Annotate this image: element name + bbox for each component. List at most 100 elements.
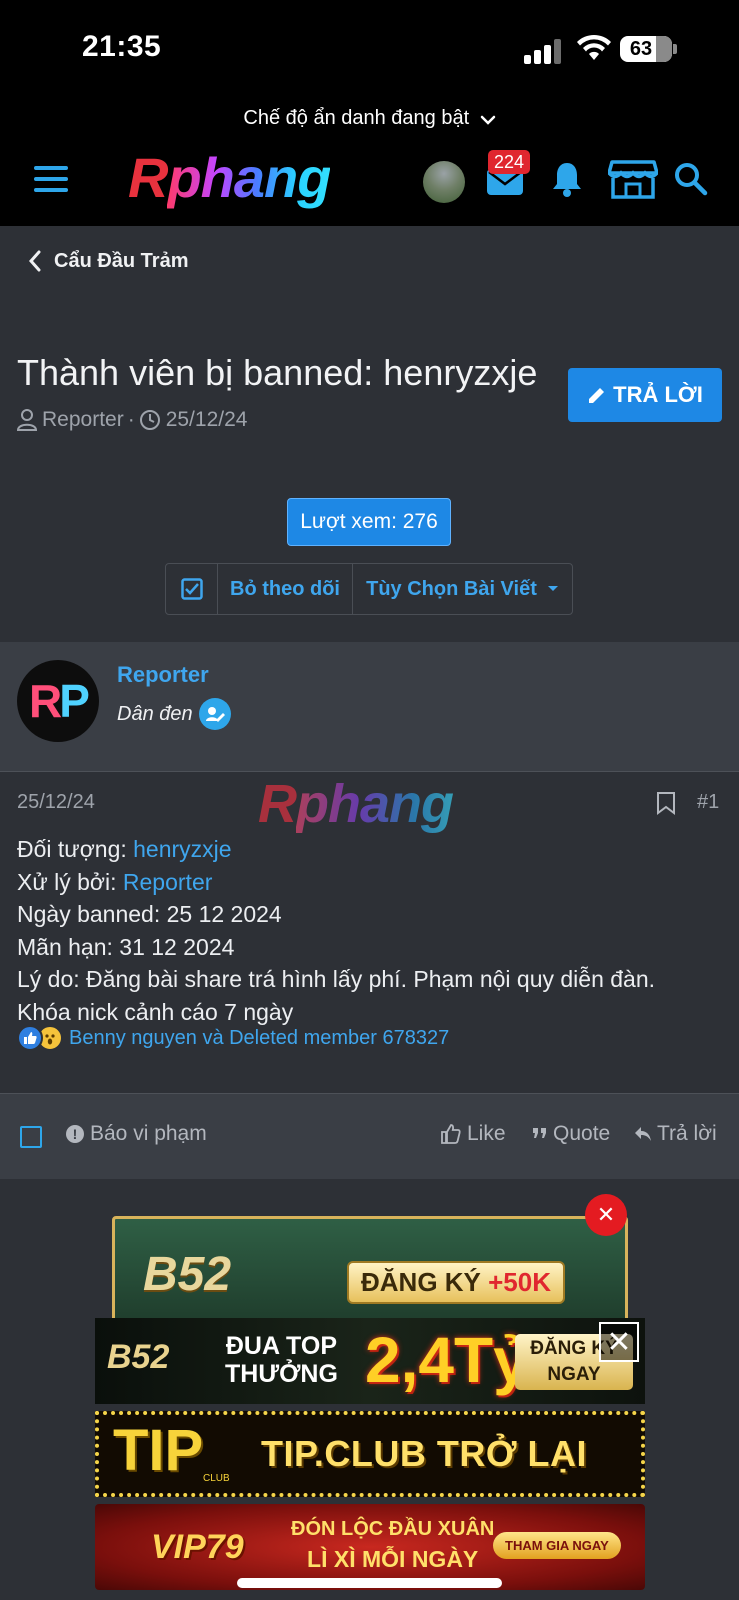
banner3-text: ĐÓN LỘC ĐẦU XUÂN LÌ XÌ MỖI NGÀY [291, 1514, 494, 1574]
logo-word: phang [167, 146, 331, 209]
banner2-logo: TIP [113, 1418, 204, 1483]
select-checkbox[interactable] [166, 564, 218, 614]
status-time: 21:35 [82, 30, 162, 63]
line-banned-date: Ngày banned: 25 12 2024 [17, 901, 282, 927]
status-bar: 21:35 63 [0, 0, 739, 98]
banner2-logo-sub: CLUB [203, 1473, 230, 1484]
wifi-icon [577, 34, 611, 60]
ad-register-amount: +50K [488, 1267, 552, 1297]
line-reason: Lý do: Đăng bài share trá hình lấy phí. … [17, 966, 656, 992]
avatar-letter-2: P [59, 675, 90, 727]
user-edit-icon [198, 698, 231, 730]
store-icon[interactable] [608, 158, 658, 200]
handler-user-link[interactable]: Reporter [123, 869, 212, 895]
banner3-cta[interactable]: THAM GIA NGAY [493, 1532, 621, 1559]
line-expiry: Mãn hạn: 31 12 2024 [17, 933, 235, 960]
clock-icon [139, 410, 160, 430]
banner3-logo: VIP79 [151, 1528, 244, 1566]
ad-b52-register[interactable]: B52 ĐĂNG KÝ +50K [112, 1216, 628, 1326]
user-icon [17, 409, 37, 431]
report-label: Báo vi phạm [90, 1122, 207, 1145]
ad-banner-tipclub[interactable]: TIP CLUB TIP.CLUB TRỞ LẠI [95, 1411, 645, 1497]
site-logo[interactable]: Rphang [128, 146, 331, 209]
search-icon[interactable] [674, 162, 708, 196]
menu-icon[interactable] [34, 166, 68, 192]
close-banner-icon[interactable]: ✕ [599, 1322, 639, 1362]
like-button[interactable]: Like [440, 1122, 506, 1146]
incognito-banner[interactable]: Chế độ ẩn danh đang bật [0, 98, 739, 138]
banner3-line1: ĐÓN LỘC ĐẦU XUÂN [291, 1518, 495, 1540]
report-button[interactable]: ! Báo vi phạm [66, 1122, 207, 1146]
reactions-bar[interactable]: Benny nguyen và Deleted member 678327 [17, 1025, 449, 1051]
post-author-bar: RP Reporter Dân đen [0, 642, 739, 772]
banner2-text: TIP.CLUB TRỞ LẠI [261, 1433, 588, 1474]
banner1-line2: THƯỞNG [225, 1360, 338, 1388]
quote-button[interactable]: Quote [532, 1122, 610, 1146]
like-label: Like [467, 1122, 506, 1145]
ad-banner-b52-top[interactable]: B52 ĐUA TOP THƯỞNG 2,4Tỷ ĐĂNG KÝ NGAY ✕ [95, 1318, 645, 1404]
exclamation-icon: ! [66, 1125, 84, 1143]
watermark-letter: R [258, 774, 297, 834]
bookmark-icon[interactable] [656, 791, 676, 815]
quote-label: Quote [553, 1122, 611, 1145]
site-header: Rphang 224 [0, 138, 739, 226]
close-ad-button[interactable]: ✕ [585, 1194, 627, 1236]
meta-separator: · [127, 408, 135, 431]
bell-icon[interactable] [550, 160, 584, 198]
ad-b52-logo: B52 [143, 1248, 232, 1301]
banner1-text: ĐUA TOP THƯỞNG [225, 1332, 338, 1388]
view-count: Lượt xem: 276 [287, 498, 451, 546]
cellular-signal-icon [524, 38, 564, 64]
post-author-name[interactable]: Reporter [117, 662, 209, 688]
post-reply-label: Trả lời [657, 1122, 717, 1145]
user-avatar[interactable] [423, 161, 465, 203]
thread-options-dropdown[interactable]: Tùy Chọn Bài Viết [353, 564, 572, 614]
ad-register-prefix: ĐĂNG KÝ [361, 1267, 489, 1297]
watermark-logo: Rphang [258, 773, 454, 835]
banner3-line2: LÌ XÌ MỖI NGÀY [307, 1546, 479, 1572]
thread-actions: Bỏ theo dõi Tùy Chọn Bài Viết [165, 563, 573, 615]
battery-level: 63 [629, 38, 653, 60]
breadcrumb-label: Cẩu Đầu Trảm [54, 249, 189, 272]
incognito-label: Chế độ ẩn danh đang bật [243, 107, 470, 129]
battery-icon: 63 [620, 36, 672, 62]
banner1-amount: 2,4Tỷ [365, 1324, 529, 1396]
watermark-word: phang [296, 774, 454, 834]
post-content: Đối tượng: henryzxje Xử lý bởi: Reporter… [17, 833, 655, 1028]
breadcrumb[interactable]: Cẩu Đầu Trảm [28, 244, 188, 278]
ad-register-text: ĐĂNG KÝ +50K [347, 1261, 566, 1304]
author-avatar[interactable]: RP [17, 660, 99, 742]
thread-options-label: Tùy Chọn Bài Viết [366, 577, 537, 600]
reply-button[interactable]: TRẢ LỜI [568, 368, 722, 422]
chevron-left-icon [28, 250, 41, 272]
line-penalty: Khóa nick cảnh cáo 7 ngày [17, 998, 294, 1025]
logo-letter: R [128, 146, 168, 209]
reply-arrow-icon [635, 1127, 651, 1141]
handled-label: Xử lý bởi: [17, 868, 123, 895]
avatar-letter-1: R [29, 675, 62, 727]
target-label: Đối tượng: [17, 836, 134, 862]
post-number[interactable]: #1 [697, 791, 719, 814]
post-select-checkbox[interactable] [20, 1126, 42, 1148]
post-reply-button[interactable]: Trả lời [634, 1122, 717, 1146]
thread-meta: Reporter · 25/12/24 [17, 408, 247, 432]
post-date[interactable]: 25/12/24 [17, 791, 95, 814]
reactions-users[interactable]: Benny nguyen và Deleted member 678327 [69, 1027, 449, 1050]
home-indicator[interactable] [237, 1578, 502, 1588]
banner1-line1: ĐUA TOP [225, 1332, 337, 1360]
post-footer: ! Báo vi phạm Like Quote Trả lời [0, 1093, 739, 1179]
thread-title: Thành viên bị banned: henryzxje [17, 352, 538, 393]
chevron-down-icon [480, 115, 495, 125]
author-title-text: Dân đen [117, 702, 193, 725]
thread-author[interactable]: Reporter [42, 408, 124, 432]
post-body: 25/12/24 Rphang #1 Đối tượng: henryzxje … [0, 773, 739, 1093]
unfollow-button[interactable]: Bỏ theo dõi [218, 564, 353, 614]
reply-button-label: TRẢ LỜI [613, 382, 703, 407]
advertisement-area: B52 ĐĂNG KÝ +50K ✕ B52 ĐUA TOP THƯỞNG 2,… [0, 1180, 739, 1600]
like-reaction-icon [17, 1025, 43, 1051]
line-target: Đối tượng: henryzxje [17, 833, 655, 866]
target-user-link[interactable]: henryzxje [133, 836, 231, 862]
quote-icon [533, 1128, 546, 1138]
thread-date: 25/12/24 [165, 408, 248, 431]
post-author-title: Dân đen [117, 698, 231, 730]
